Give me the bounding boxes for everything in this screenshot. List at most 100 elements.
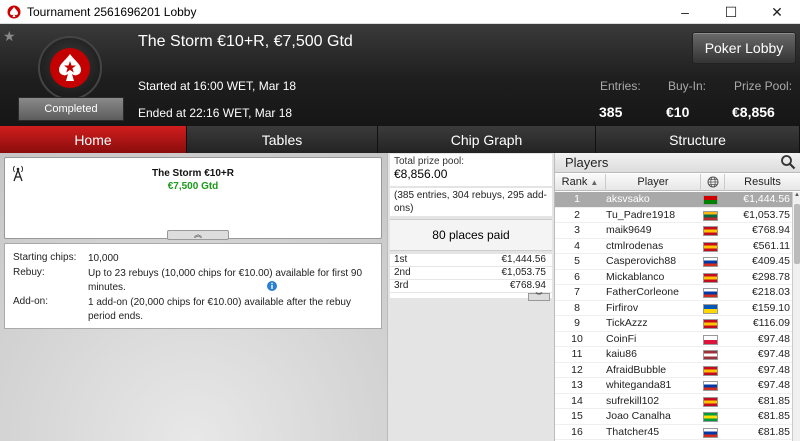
tournament-logo	[38, 36, 102, 100]
country-flag-icon	[703, 257, 718, 267]
player-rank: 12	[571, 363, 583, 376]
col-rank[interactable]: Rank ▲	[555, 174, 606, 191]
player-row[interactable]: 6 Mickablanco €298.78	[555, 270, 792, 285]
players-scrollbar[interactable]: ▲	[792, 192, 800, 441]
prize-pool-box: Total prize pool: €8,856.00	[390, 154, 552, 186]
player-result: €561.11	[752, 239, 790, 252]
country-flag-icon	[703, 226, 718, 236]
player-name: sufrekill102	[606, 394, 660, 407]
country-flag-icon	[703, 272, 718, 283]
col-country[interactable]	[701, 174, 725, 191]
addon-value: 1 add-on (20,000 chips for €10.00) avail…	[88, 297, 351, 322]
player-rank: 9	[574, 317, 580, 329]
player-row[interactable]: 15 Joao Canalha €81.85	[555, 409, 792, 425]
player-rank: 7	[574, 286, 580, 298]
payout-row: 2nd €1,053.75	[390, 267, 552, 280]
poker-lobby-button[interactable]: Poker Lobby	[692, 32, 796, 64]
player-name: Thatcher45	[606, 425, 660, 438]
country-flag-icon	[703, 210, 718, 221]
entries-label: Entries:	[600, 79, 641, 93]
country-flag-icon	[703, 427, 718, 438]
minimize-button[interactable]: –	[662, 0, 708, 24]
player-rank: 15	[571, 410, 583, 422]
player-row[interactable]: 7 FatherCorleone €218.03	[555, 285, 792, 301]
places-paid: 80 places paid	[390, 219, 552, 251]
tab-chip-graph[interactable]: Chip Graph	[378, 126, 596, 153]
players-panel: Players Rank ▲ Player Results 1 aksvsako €…	[555, 153, 800, 441]
tournament-title: The Storm €10+R, €7,500 Gtd	[138, 33, 353, 50]
player-rank: 5	[574, 255, 580, 267]
window-titlebar: Tournament 2561696201 Lobby – ☐ ✕	[0, 0, 800, 24]
player-row[interactable]: 4 ctmlrodenas €561.11	[555, 239, 792, 254]
search-icon[interactable]	[780, 154, 796, 170]
player-name: Casperovich88	[606, 255, 677, 267]
rebuy-value: Up to 23 rebuys (10,000 chips for €10.00…	[88, 268, 363, 293]
end-time: Ended at 22:16 WET, Mar 18	[138, 106, 293, 120]
player-name: FatherCorleone	[606, 286, 679, 298]
player-rank: 2	[574, 208, 580, 221]
country-flag-icon	[703, 334, 718, 345]
prize-pool-detail: (385 entries, 304 rebuys, 295 add-ons)	[390, 188, 552, 216]
player-name: whiteganda81	[606, 379, 672, 391]
player-row[interactable]: 14 sufrekill102 €81.85	[555, 394, 792, 409]
country-flag-icon	[703, 381, 718, 391]
payout-list: 1st €1,444.56 2nd €1,053.75 3rd €768.94	[390, 254, 552, 298]
player-row[interactable]: 11 kaiu86 €97.48	[555, 347, 792, 363]
player-name: TickAzzz	[606, 317, 648, 329]
sort-asc-icon: ▲	[590, 178, 599, 187]
player-row[interactable]: 13 whiteganda81 €97.48	[555, 378, 792, 394]
payout-expand-toggle[interactable]: ︾	[528, 293, 550, 301]
player-name: maik9649	[606, 224, 652, 236]
status-badge: Completed	[18, 97, 124, 121]
prizepool-value: €8,856	[732, 104, 775, 120]
tab-structure[interactable]: Structure	[596, 126, 800, 153]
player-name: Tu_Padre1918	[606, 208, 676, 221]
player-rank: 14	[571, 394, 583, 407]
buyin-value: €10	[666, 104, 690, 120]
player-row[interactable]: 9 TickAzzz €116.09	[555, 316, 792, 332]
player-name: Mickablanco	[606, 270, 665, 283]
star-icon[interactable]: ★	[3, 28, 16, 45]
buyin-label: Buy-In:	[668, 79, 707, 93]
payout-place: 3rd	[394, 280, 409, 291]
col-results[interactable]: Results	[725, 174, 800, 191]
scroll-up-arrow[interactable]: ▲	[793, 192, 800, 202]
info-icon[interactable]	[267, 281, 277, 291]
maximize-button[interactable]: ☐	[708, 0, 754, 24]
player-rank: 8	[574, 301, 580, 314]
collapse-toggle[interactable]: ︽	[167, 230, 229, 240]
player-name: AfraidBubble	[606, 363, 667, 376]
player-result: €97.48	[757, 348, 790, 360]
scroll-thumb[interactable]	[794, 204, 800, 264]
player-result: €409.45	[752, 255, 790, 267]
prizepool-label: Prize Pool:	[734, 79, 793, 93]
close-button[interactable]: ✕	[754, 0, 800, 24]
entries-value: 385	[599, 104, 623, 120]
player-row[interactable]: 5 Casperovich88 €409.45	[555, 254, 792, 270]
col-player[interactable]: Player	[606, 174, 701, 191]
player-row[interactable]: 3 maik9649 €768.94	[555, 223, 792, 239]
start-time: Started at 16:00 WET, Mar 18	[138, 79, 297, 93]
payout-row: 3rd €768.94	[390, 280, 552, 293]
players-title: Players	[565, 155, 609, 170]
player-row[interactable]: 12 AfraidBubble €97.48	[555, 363, 792, 378]
player-row[interactable]: 16 Thatcher45 €81.85	[555, 425, 792, 440]
tournament-banner: The Storm €10+R €7,500 Gtd ︽	[4, 157, 382, 240]
country-flag-icon	[703, 396, 718, 407]
player-result: €1,444.56	[743, 193, 790, 205]
addon-label: Add-on:	[13, 296, 49, 307]
player-row[interactable]: 10 CoinFi €97.48	[555, 332, 792, 347]
tab-home[interactable]: Home	[0, 126, 187, 153]
player-row[interactable]: 1 aksvsako €1,444.56	[555, 192, 792, 208]
country-flag-icon	[703, 412, 718, 422]
home-left-panel: The Storm €10+R €7,500 Gtd ︽ Starting ch…	[0, 153, 387, 441]
player-result: €159.10	[752, 301, 790, 314]
tab-tables[interactable]: Tables	[187, 126, 378, 153]
player-name: Firfirov	[606, 301, 639, 314]
player-row[interactable]: 8 Firfirov €159.10	[555, 301, 792, 316]
prize-pool-label: Total prize pool:	[394, 156, 465, 167]
payout-amount: €1,053.75	[501, 267, 547, 278]
country-flag-icon	[703, 288, 718, 298]
player-result: €1,053.75	[743, 208, 790, 221]
player-row[interactable]: 2 Tu_Padre1918 €1,053.75	[555, 208, 792, 223]
